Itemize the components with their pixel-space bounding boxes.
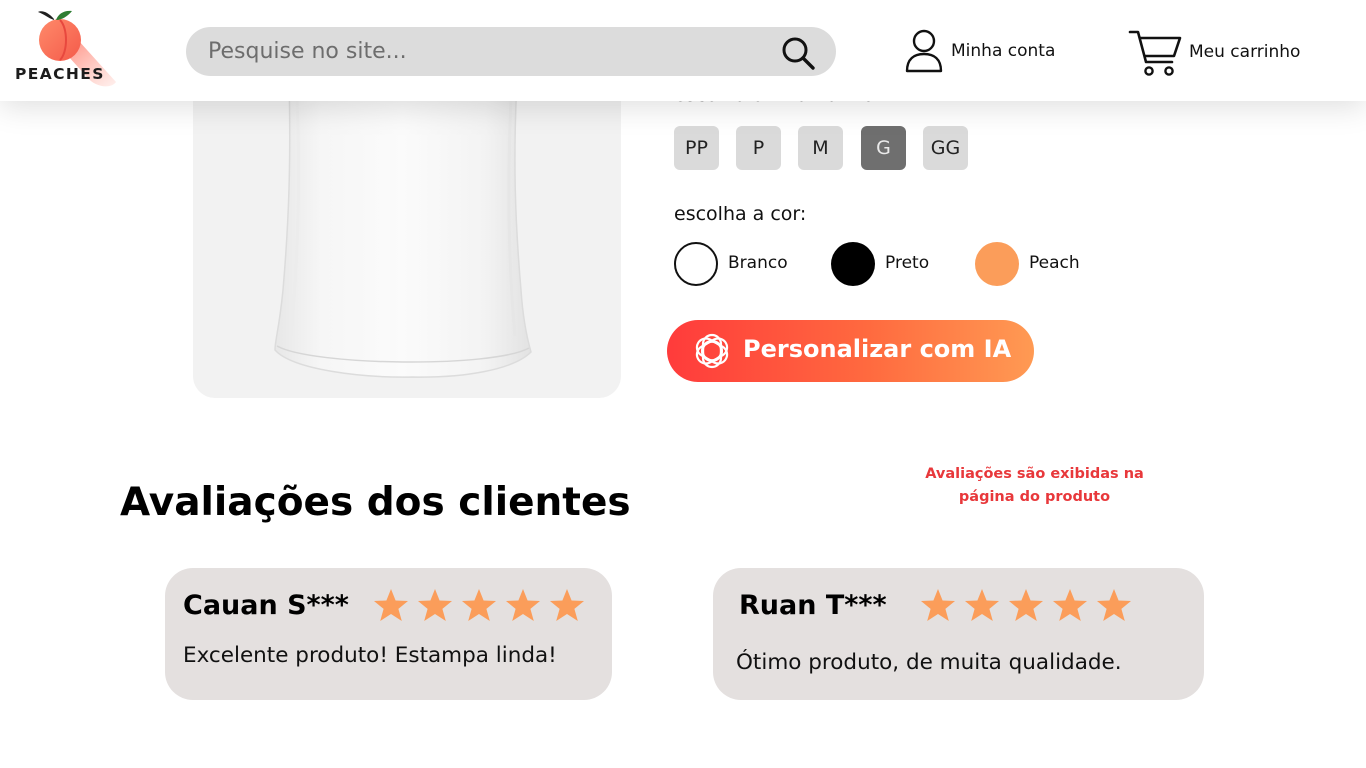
star-icon: [1053, 589, 1087, 621]
size-option-p[interactable]: P: [736, 126, 781, 170]
reviews-title: Avaliações dos clientes: [120, 480, 631, 525]
size-option-g[interactable]: G: [861, 126, 906, 170]
search-bar: [186, 27, 836, 76]
size-option-pp[interactable]: PP: [674, 126, 719, 170]
reviewer-name: Ruan T***: [739, 590, 887, 621]
review-card: Ruan T*** Ótimo produto, de muita qualid…: [713, 568, 1204, 700]
color-label: escolha a cor:: [674, 203, 807, 225]
color-swatch-black[interactable]: [831, 242, 875, 286]
star-icon: [1097, 589, 1131, 621]
account-label: Minha conta: [951, 41, 1056, 61]
star-icon: [550, 589, 584, 621]
cart-icon: [1128, 30, 1182, 76]
size-option-gg[interactable]: GG: [923, 126, 968, 170]
review-text: Excelente produto! Estampa linda!: [183, 643, 557, 668]
color-swatch-white[interactable]: [674, 242, 718, 286]
openai-icon: [695, 333, 729, 369]
star-icon: [965, 589, 999, 621]
product-page: PEACHES Minha conta Meu carrinho: [0, 0, 1366, 768]
size-option-m[interactable]: M: [798, 126, 843, 170]
reviews-note: Avaliações são exibidas na página do pro…: [925, 466, 1144, 505]
site-header: PEACHES Minha conta Meu carrinho: [0, 0, 1366, 101]
star-icon: [506, 589, 540, 621]
star-icon: [1009, 589, 1043, 621]
color-name: Preto: [885, 253, 930, 273]
star-icon: [374, 589, 408, 621]
color-name: Branco: [728, 253, 788, 273]
color-swatch-peach[interactable]: [975, 242, 1019, 286]
search-input[interactable]: [186, 27, 766, 76]
search-icon[interactable]: [780, 35, 816, 71]
logo-text: PEACHES: [15, 65, 105, 83]
user-icon: [905, 29, 943, 73]
color-name: Peach: [1029, 253, 1080, 273]
star-icon: [418, 589, 452, 621]
star-icon: [921, 589, 955, 621]
review-text: Ótimo produto, de muita qualidade.: [736, 650, 1122, 675]
customize-ai-button[interactable]: Personalizar com IA: [667, 320, 1034, 382]
review-card: Cauan S*** Excelente produto! Estampa li…: [165, 568, 612, 700]
cart-label: Meu carrinho: [1189, 42, 1301, 62]
star-icon: [462, 589, 496, 621]
peaches-logo[interactable]: PEACHES: [12, 6, 124, 96]
customize-ai-label: Personalizar com IA: [743, 335, 1012, 363]
reviewer-name: Cauan S***: [183, 590, 349, 621]
